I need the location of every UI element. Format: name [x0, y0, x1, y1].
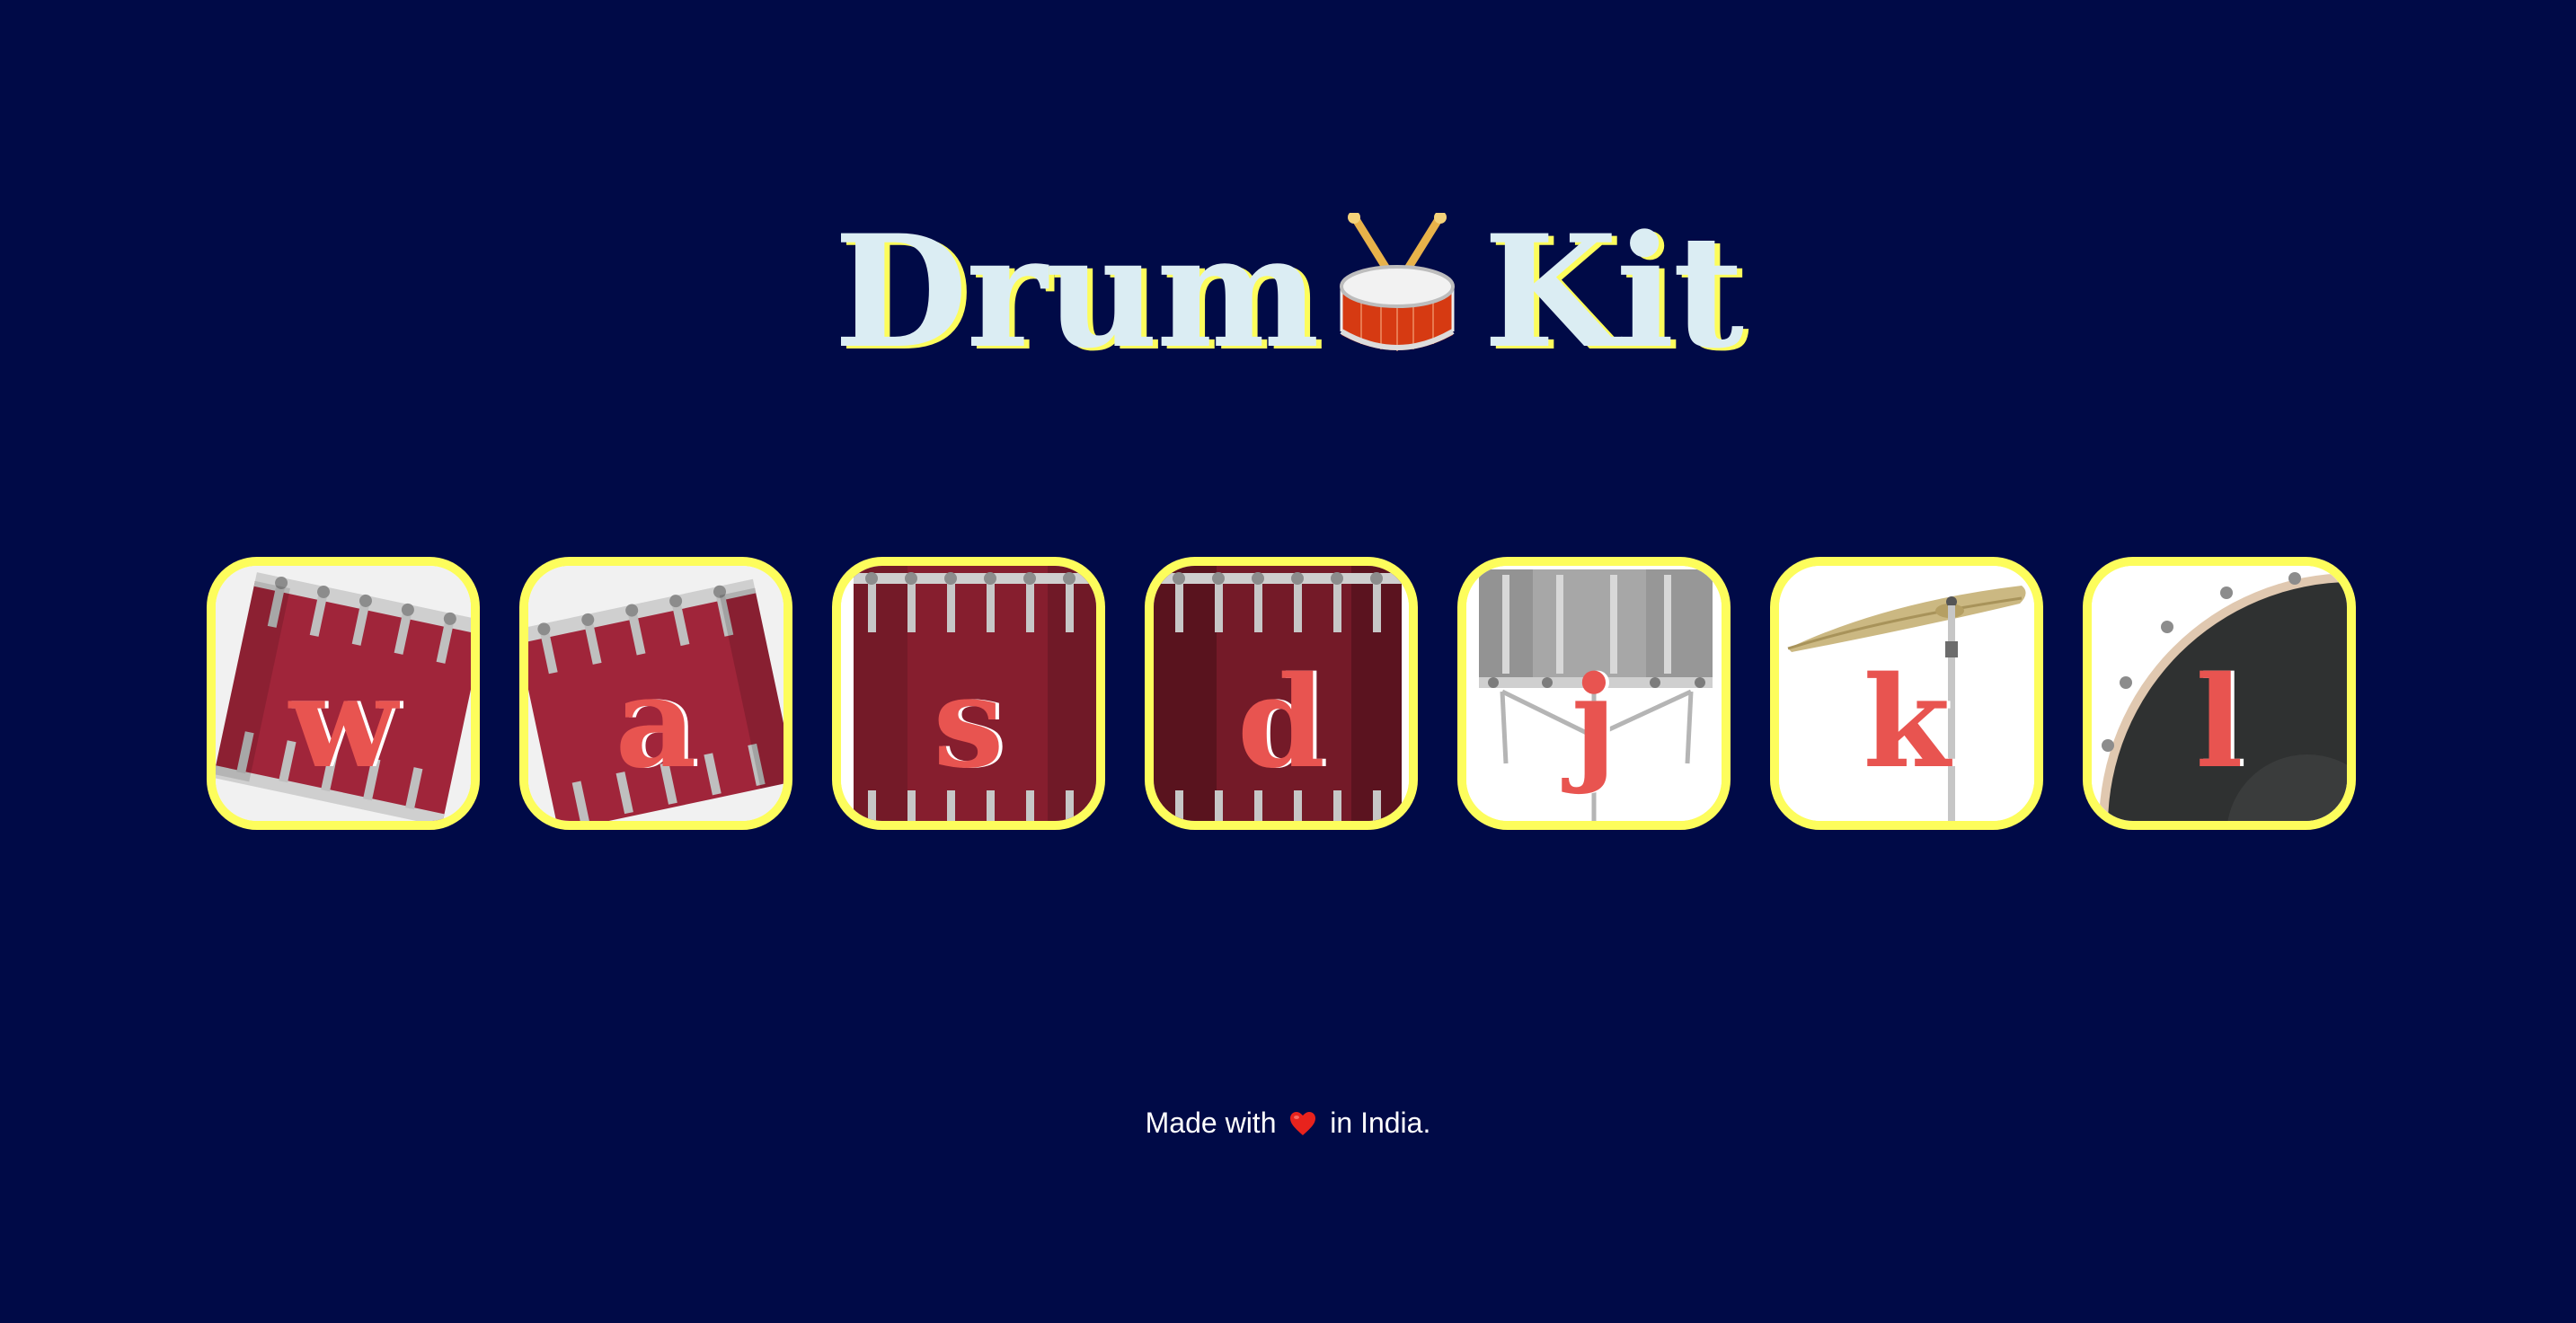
drum-button-j[interactable]: j — [1457, 557, 1731, 830]
drum-button-s[interactable]: s — [832, 557, 1105, 830]
drum-key-label: w — [288, 649, 398, 797]
footer-text-before: Made with — [1145, 1107, 1277, 1139]
footer-text-after: in India. — [1330, 1107, 1431, 1139]
drum-key-label: a — [615, 649, 697, 797]
drum-button-k[interactable]: k — [1770, 557, 2043, 830]
title-word-kit: Kit — [1483, 200, 1744, 384]
drum-button-l[interactable]: l — [2083, 557, 2356, 830]
title-word-drum: Drum — [833, 200, 1320, 384]
drum-set: w a s d j k l — [207, 557, 2363, 830]
drum-button-a[interactable]: a — [519, 557, 792, 830]
drum-key-label: k — [1863, 649, 1951, 797]
drum-key-label: d — [1237, 649, 1325, 797]
drum-key-label: s — [933, 649, 1005, 797]
page-title: Drum Kit — [0, 202, 2576, 382]
drum-button-w[interactable]: w — [207, 557, 480, 830]
drum-key-label: l — [2195, 649, 2244, 797]
drum-kit-page: Drum Kit w a s d j k l Made with in Indi… — [0, 0, 2576, 1323]
drum-key-label: j — [1571, 649, 1617, 797]
footer: Made with in India. — [0, 1107, 2576, 1140]
drum-button-d[interactable]: d — [1145, 557, 1418, 830]
heart-icon — [1289, 1110, 1316, 1135]
drum-icon — [1334, 213, 1460, 357]
